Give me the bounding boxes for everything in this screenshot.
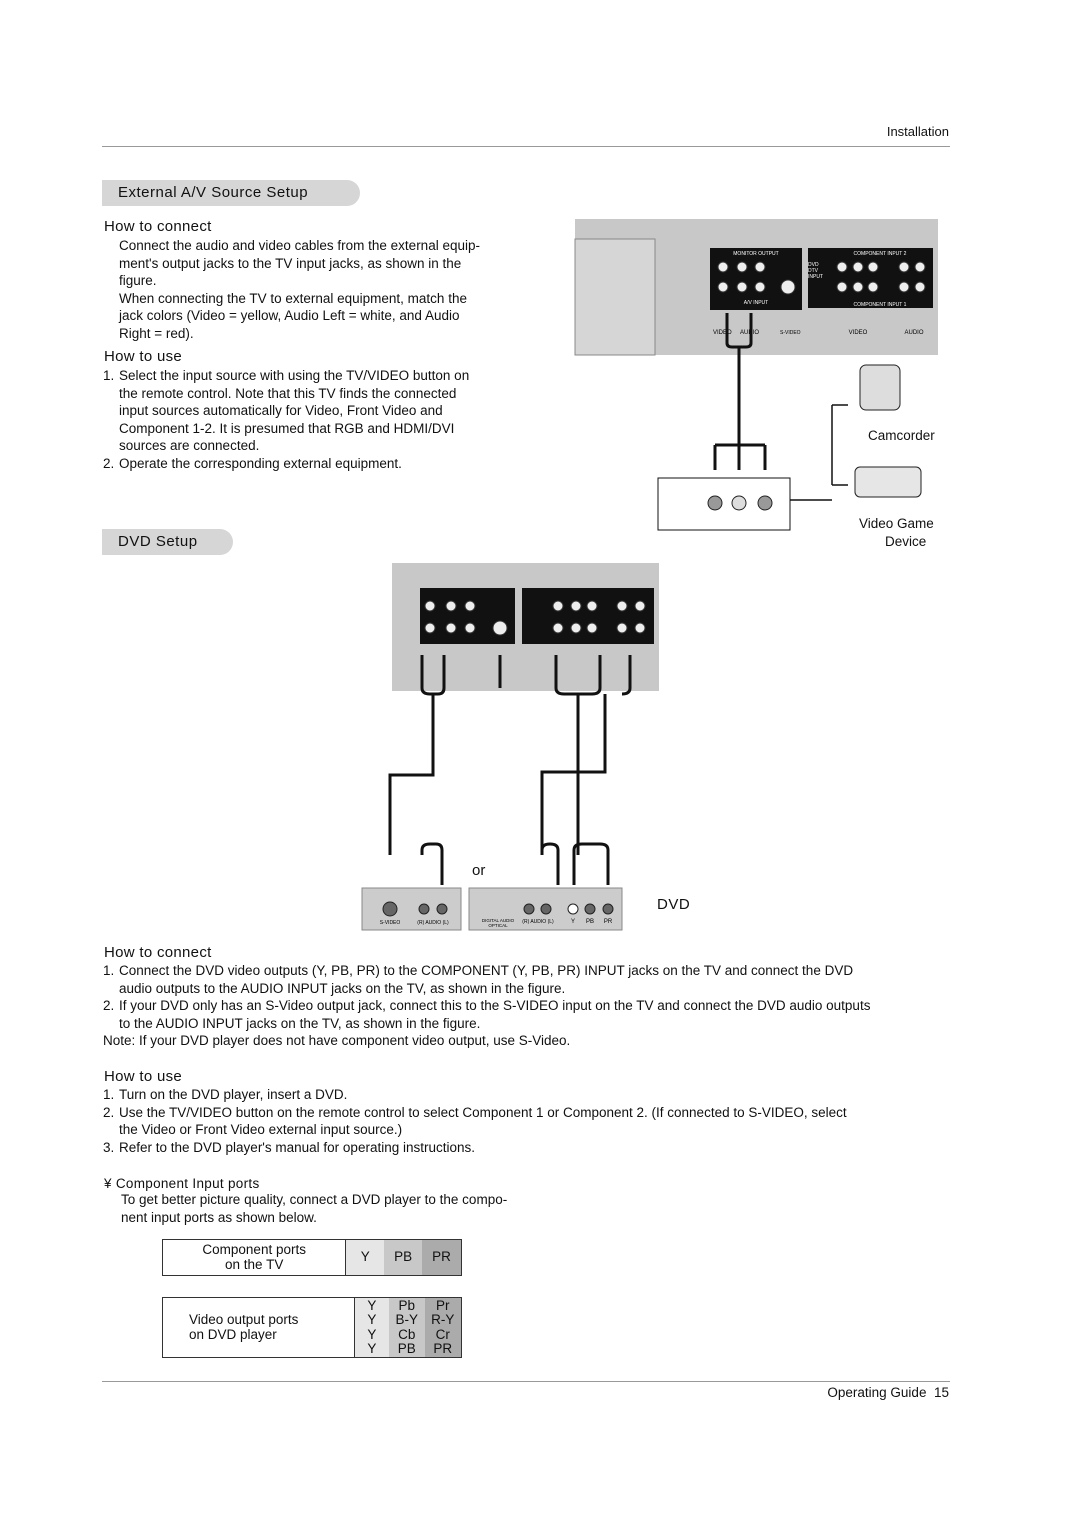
header-rule: [102, 146, 950, 147]
list-item: 2. Operate the corresponding external equ…: [103, 455, 402, 471]
svg-text:VIDEO: VIDEO: [849, 330, 868, 336]
dvd-use-list: 1. Turn on the DVD player, insert a DVD. 2…: [103, 1086, 963, 1156]
heading-how-to-use: How to use: [104, 348, 183, 365]
list-item: 2. If your DVD only has an S-Video output…: [103, 998, 871, 1031]
svg-text:VIDEO: VIDEO: [713, 330, 732, 336]
dvd-dtv-input-label: DVD DTV INPUT: [808, 262, 823, 280]
svg-text:PR: PR: [604, 919, 613, 925]
dvd-label: DVD: [657, 896, 691, 913]
heading-dvd-how-to-use: How to use: [104, 1068, 183, 1085]
svg-text:A/V INPUT: A/V INPUT: [744, 300, 768, 306]
section-label: Installation: [886, 124, 949, 139]
dvd-output-ports-table: Video output ports on DVD player Y Y Y Y Pb B-Y…: [162, 1297, 462, 1358]
section-title-dvd: DVD Setup: [102, 529, 233, 555]
manual-page: Installation External A/V Source Setup H…: [0, 0, 1080, 1528]
or-label: or: [472, 862, 486, 879]
dvd-note: Note: If your DVD player does not have c…: [103, 1033, 571, 1048]
list-item: 2. Use the TV/VIDEO button on the remote …: [103, 1104, 847, 1138]
heading-how-to-connect: How to connect: [104, 218, 212, 235]
list-item: 1. Turn on the DVD player, insert a DVD.: [103, 1087, 348, 1102]
list-item: 1. Connect the DVD video outputs (Y, PB, …: [103, 963, 854, 996]
heading-dvd-how-to-connect: How to connect: [104, 944, 212, 961]
footer-rule: [102, 1381, 950, 1382]
av-connection-diagram: MONITOR OUTPUT A/V INPUT COMPONENT INPUT…: [574, 219, 938, 531]
svg-text:COMPONENT INPUT 2: COMPONENT INPUT 2: [854, 251, 907, 257]
av-use-list: 1. Select the input source with using the…: [103, 367, 523, 472]
av-connect-text: Connect the audio and video cables from …: [119, 238, 480, 341]
svg-text:Y: Y: [571, 919, 575, 925]
svg-text:PB: PB: [586, 919, 594, 925]
list-item: 1. Select the input source with using the…: [103, 368, 470, 453]
svg-text:MONITOR OUTPUT: MONITOR OUTPUT: [733, 251, 778, 257]
svg-text:OPTICAL: OPTICAL: [488, 923, 508, 928]
svg-text:(R) AUDIO (L): (R) AUDIO (L): [522, 919, 554, 925]
tv-component-ports-table: Component ports on the TV Y PB PR: [162, 1239, 462, 1276]
svg-text:(R) AUDIO (L): (R) AUDIO (L): [417, 920, 449, 926]
list-item: 3. Refer to the DVD player's manual for o…: [103, 1139, 475, 1155]
footer: Operating Guide 15: [827, 1385, 949, 1400]
svg-text:AUDIO: AUDIO: [904, 330, 923, 336]
video-game-label-2: Device: [885, 534, 927, 549]
component-text: To get better picture quality, connect a…: [121, 1192, 508, 1225]
component-heading: ¥ Component Input ports: [104, 1176, 260, 1191]
svg-text:S-VIDEO: S-VIDEO: [380, 920, 401, 926]
video-game-label: Video Game: [859, 516, 934, 531]
camcorder-label: Camcorder: [868, 428, 935, 443]
dvd-connect-list: 1. Connect the DVD video outputs (Y, PB, …: [103, 962, 963, 1032]
dvd-connection-diagram: S-VIDEO (R) AUDIO (L) DIGITAL AUDIO OPTI…: [361, 563, 659, 931]
svg-text:COMPONENT INPUT 1: COMPONENT INPUT 1: [854, 302, 907, 308]
svg-text:S-VIDEO: S-VIDEO: [780, 330, 801, 336]
section-title-av: External A/V Source Setup: [102, 180, 360, 206]
